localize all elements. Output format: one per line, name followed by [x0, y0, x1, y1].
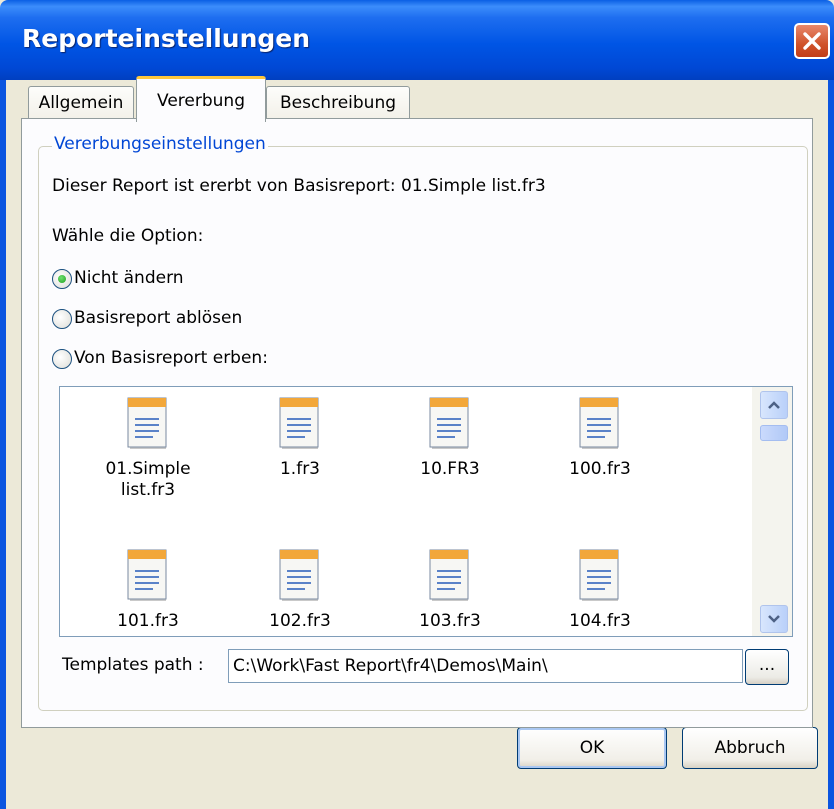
dialog-window: Reporteinstellungen Allgemein Vererbung …	[0, 0, 834, 809]
report-file-icon	[579, 549, 619, 601]
ok-button[interactable]: OK	[517, 727, 667, 769]
file-name: 100.fr3	[569, 459, 631, 479]
close-icon	[803, 32, 821, 50]
file-name: 01.Simple list.fr3	[105, 459, 191, 500]
chevron-up-icon	[768, 401, 780, 409]
window-title: Reporteinstellungen	[22, 24, 311, 53]
report-file-icon	[429, 397, 469, 449]
inheritance-info: Dieser Report ist ererbt von Basisreport…	[52, 176, 546, 196]
tab-allgemein[interactable]: Allgemein	[28, 86, 134, 120]
tab-beschreibung[interactable]: Beschreibung	[266, 86, 410, 120]
file-name: 10.FR3	[420, 459, 480, 479]
report-file-icon	[429, 549, 469, 601]
close-button[interactable]	[794, 23, 830, 59]
file-name: 102.fr3	[269, 611, 331, 631]
tab-vererbung[interactable]: Vererbung	[136, 76, 266, 122]
scroll-down-button[interactable]	[760, 605, 788, 633]
report-file-icon	[279, 397, 319, 449]
report-file-icon	[279, 549, 319, 601]
radio-nicht-aendern[interactable]	[52, 269, 72, 289]
browse-path-button[interactable]: ...	[745, 649, 789, 685]
group-title: Vererbungseinstellungen	[52, 134, 268, 154]
templates-path-label: Templates path :	[62, 655, 204, 675]
chevron-down-icon	[768, 615, 780, 623]
radio-label-nicht-aendern[interactable]: Nicht ändern	[74, 268, 184, 288]
title-bar[interactable]: Reporteinstellungen	[0, 0, 834, 80]
report-file-icon	[127, 397, 167, 449]
radio-selected-dot	[58, 275, 66, 283]
file-name: 104.fr3	[569, 611, 631, 631]
cancel-button[interactable]: Abbruch	[682, 727, 818, 769]
radio-label-von-basisreport-erben[interactable]: Von Basisreport erben:	[74, 348, 268, 368]
report-file-icon	[579, 397, 619, 449]
radio-basisreport-abloesen[interactable]	[52, 309, 72, 329]
scroll-thumb[interactable]	[760, 425, 788, 441]
choose-option-label: Wähle die Option:	[52, 226, 204, 246]
radio-von-basisreport-erben[interactable]	[52, 349, 72, 369]
file-list-scrollbar[interactable]	[752, 387, 792, 636]
template-file-list[interactable]: 01.Simple list.fr3 1.fr3 10.FR3 100.fr3 …	[59, 386, 793, 637]
file-name: 1.fr3	[279, 459, 320, 479]
window-frame-left	[0, 80, 6, 809]
file-name: 103.fr3	[419, 611, 481, 631]
window-frame-right	[828, 80, 834, 809]
report-file-icon	[127, 549, 167, 601]
templates-path-input[interactable]: C:\Work\Fast Report\fr4\Demos\Main\	[228, 649, 743, 683]
file-name: 101.fr3	[117, 611, 179, 631]
radio-label-basisreport-abloesen[interactable]: Basisreport ablösen	[74, 308, 242, 328]
file-list-viewport: 01.Simple list.fr3 1.fr3 10.FR3 100.fr3 …	[60, 387, 750, 636]
scroll-up-button[interactable]	[760, 391, 788, 419]
